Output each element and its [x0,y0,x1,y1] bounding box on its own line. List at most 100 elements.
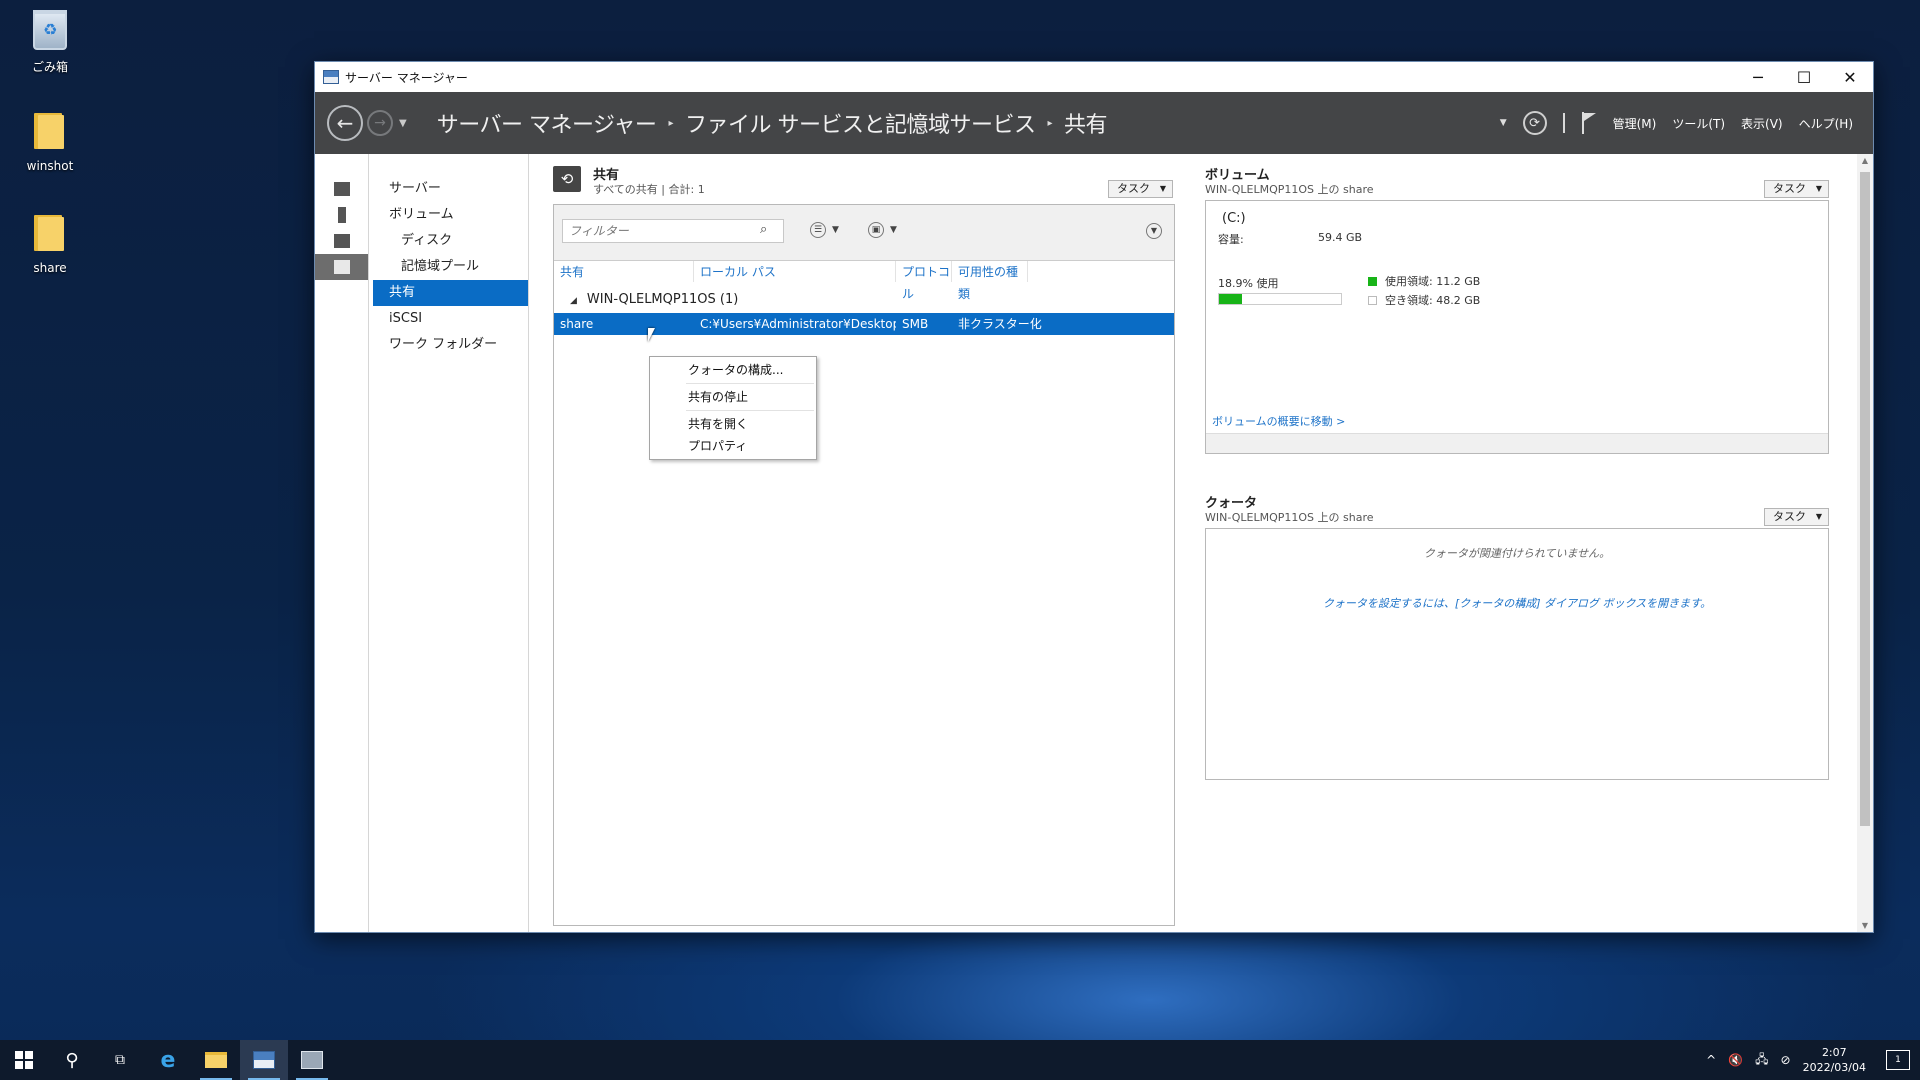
volume-muted-icon[interactable]: 🔇 [1728,1053,1743,1067]
taskbar: ⚲ ⧉ e ^ 🔇 🖧 ⊘ 2:07 2022/03/04 1 [0,1040,1920,1080]
clock-date: 2022/03/04 [1802,1061,1866,1074]
used-swatch-icon [1368,276,1377,286]
windows-logo-icon [15,1051,33,1069]
menu-help[interactable]: ヘルプ(H) [1799,115,1853,132]
nav-item-disks[interactable]: ディスク [369,228,528,254]
column-local-path[interactable]: ローカル パス [694,261,896,282]
desktop-icon-recycle-bin[interactable]: ごみ箱 [14,8,86,75]
notifications-flag-icon[interactable] [1581,112,1597,134]
vertical-scrollbar[interactable]: ▲ ▼ [1857,154,1873,932]
filter-input[interactable] [562,219,784,243]
minimize-button[interactable]: ─ [1735,62,1781,92]
desktop-icon-label: share [33,261,67,275]
collapse-triangle-icon[interactable]: ◢ [570,296,577,306]
free-swatch-icon [1368,295,1377,305]
folder-icon [30,213,70,257]
shares-tasks-button[interactable]: タスク [1108,180,1173,198]
refresh-icon[interactable]: ⟳ [1522,111,1547,135]
clock[interactable]: 2:07 2022/03/04 [1803,1045,1866,1075]
search-button[interactable]: ⚲ [48,1040,96,1080]
quota-tasks-button[interactable]: タスク [1764,508,1829,526]
forward-button[interactable]: → [367,110,393,136]
column-share[interactable]: 共有 [554,261,694,282]
nav-item-iscsi[interactable]: iSCSI [369,306,528,332]
server-manager-window: サーバー マネージャー ─ ☐ ✕ ← → ▼ サーバー マネージャー ▸ ファ… [314,61,1874,933]
search-icon: ⚲ [65,1049,79,1071]
menu-tools[interactable]: ツール(T) [1672,115,1725,132]
desktop-icon-share[interactable]: share [14,210,86,275]
save-icon: ▣ [868,222,884,238]
rail-local-server[interactable] [315,202,368,228]
column-headers: 共有 ローカル パス プロトコル 可用性の種類 [554,261,1174,301]
breadcrumb-separator-icon: ▸ [1047,117,1052,129]
menu-manage[interactable]: 管理(M) [1613,115,1657,132]
server-group-row[interactable]: ◢ WIN-QLELMQP11OS (1) [554,289,1174,311]
quota-hint-text[interactable]: クォータを設定するには、[クォータの構成] ダイアログ ボックスを開きます。 [1206,595,1828,611]
column-availability[interactable]: 可用性の種類 [952,261,1028,301]
free-legend-text: 空き領域: 48.2 GB [1385,294,1481,307]
volume-tasks-button[interactable]: タスク [1764,180,1829,198]
window-title: サーバー マネージャー [345,70,468,85]
close-button[interactable]: ✕ [1827,62,1873,92]
disabled-icon[interactable]: ⊘ [1781,1053,1791,1067]
mouse-cursor-icon [648,328,655,342]
volume-overview-link[interactable]: ボリュームの概要に移動 > [1212,413,1345,429]
arrow-right-icon: → [374,115,386,131]
volume-body: (C:) 容量: 59.4 GB 18.9% 使用 使用領域: 11.2 GB … [1205,200,1829,454]
used-legend-text: 使用領域: 11.2 GB [1385,275,1481,288]
quota-empty-text: クォータが関連付けられていません。 [1423,547,1611,560]
divider [1562,113,1565,133]
history-dropdown[interactable]: ▼ [399,118,407,129]
breadcrumb-item-shares[interactable]: 共有 [1064,107,1108,139]
storage-app-taskbar-button[interactable] [288,1040,336,1080]
search-icon[interactable]: ⌕ [760,222,767,237]
table-row[interactable]: share C:¥Users¥Administrator¥Desktop¥...… [554,313,1174,335]
nav-item-volumes[interactable]: ボリューム [369,202,528,228]
desktop-icon-winshot[interactable]: winshot [14,108,86,173]
list-options-button[interactable]: ☰ ▼ [810,222,839,238]
breadcrumb-item-file-storage[interactable]: ファイル サービスと記憶域サービス [685,107,1036,139]
chevron-down-icon[interactable]: ▼ [1500,118,1507,128]
scrollbar-thumb[interactable] [1860,172,1870,826]
file-storage-icon [333,260,350,274]
chevron-down-icon: ▼ [832,225,839,235]
scroll-up-icon[interactable]: ▲ [1857,156,1873,165]
menu-item-properties[interactable]: プロパティ [650,435,816,457]
cell-availability: 非クラスター化 [958,317,1042,331]
menu-item-stop-sharing[interactable]: 共有の停止 [650,386,816,408]
breadcrumb-item-server-manager[interactable]: サーバー マネージャー [437,107,657,139]
back-button[interactable]: ← [327,105,363,141]
capacity-label: 容量: [1218,233,1244,246]
shares-body: ⌕ ☰▼ ▣▼ ▼ 共有 ローカル パス プロトコル 可用性の種類 ◢WIN-Q… [553,204,1175,926]
rail-file-storage[interactable] [315,254,368,280]
used-legend: 使用領域: 11.2 GB [1368,273,1480,289]
header-actions: ▼ ⟳ 管理(M) ツール(T) 表示(V) ヘルプ(H) [1500,111,1853,135]
nav-item-work-folders[interactable]: ワーク フォルダー [369,332,528,358]
rail-dashboard[interactable] [315,176,368,202]
menu-item-open-share[interactable]: 共有を開く [650,413,816,435]
save-query-button[interactable]: ▣ ▼ [868,222,897,238]
notification-center-icon[interactable]: 1 [1886,1050,1910,1070]
network-icon[interactable]: 🖧 [1755,1050,1768,1071]
clock-time: 2:07 [1821,1046,1847,1059]
rail-all-servers[interactable] [315,228,368,254]
scroll-down-icon[interactable]: ▼ [1857,921,1873,930]
nav-item-storage-pools[interactable]: 記憶域プール [369,254,528,280]
menu-view[interactable]: 表示(V) [1741,115,1783,132]
task-view-button[interactable]: ⧉ [96,1040,144,1080]
icon-rail [315,154,369,932]
maximize-button[interactable]: ☐ [1781,62,1827,92]
nav-item-servers[interactable]: サーバー [369,176,528,202]
internet-explorer-button[interactable]: e [144,1040,192,1080]
expand-icon[interactable]: ▼ [1146,223,1162,239]
show-hidden-icons-icon[interactable]: ^ [1706,1053,1716,1067]
start-button[interactable] [0,1040,48,1080]
arrow-left-icon: ← [336,111,354,135]
column-protocol[interactable]: プロトコル [896,261,952,301]
server-manager-taskbar-button[interactable] [240,1040,288,1080]
file-explorer-button[interactable] [192,1040,240,1080]
nav-item-shares[interactable]: 共有 [373,280,528,306]
free-legend: 空き領域: 48.2 GB [1368,292,1480,308]
menu-item-configure-quota[interactable]: クォータの構成... [650,359,816,381]
server-manager-app-icon [323,70,339,84]
